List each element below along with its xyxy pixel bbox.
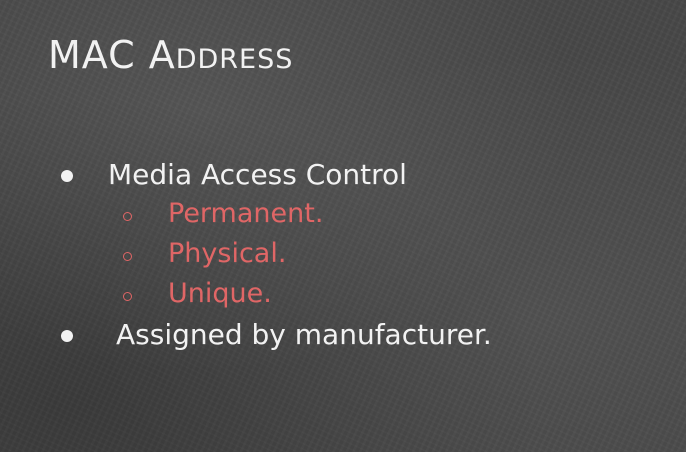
sub-item-text: Permanent. — [168, 198, 324, 229]
circle-bullet-icon — [123, 252, 132, 261]
bullet-text: Media Access Control — [108, 158, 407, 191]
slide: MAC Address Media Access Control Permane… — [0, 0, 686, 452]
circle-bullet-icon — [123, 212, 132, 221]
bullet-dot-icon — [61, 170, 73, 182]
bullet-dot-icon — [61, 330, 73, 342]
bullet-text: Assigned by manufacturer. — [116, 318, 492, 351]
sub-item-text: Physical. — [168, 238, 287, 269]
sub-item-text: Unique. — [168, 278, 272, 309]
bullet-list: Media Access Control Permanent. Physical… — [0, 0, 686, 452]
circle-bullet-icon — [123, 292, 132, 301]
